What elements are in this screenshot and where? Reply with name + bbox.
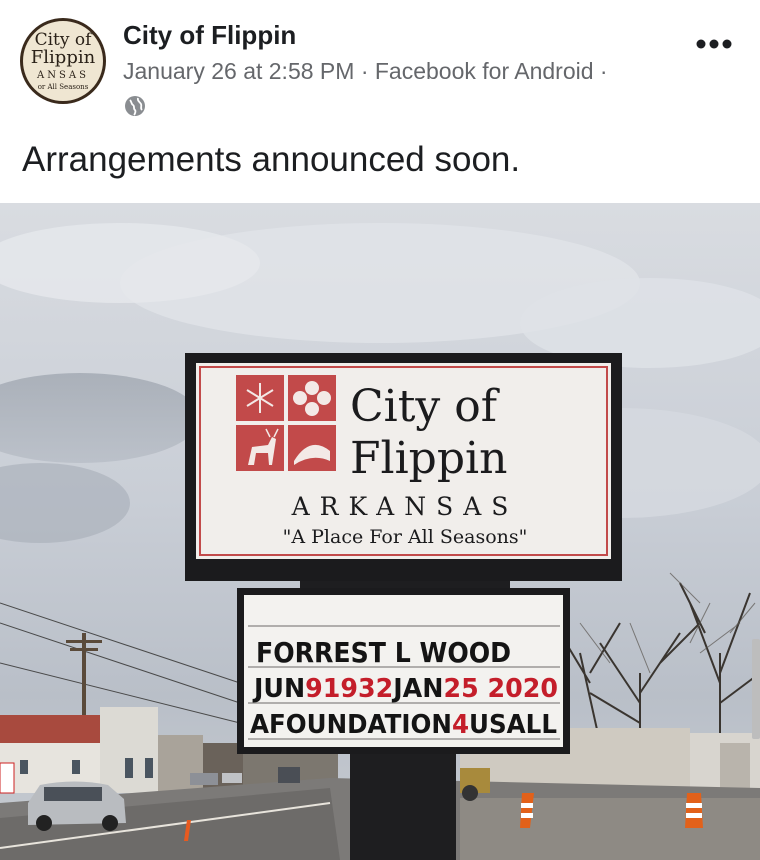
sign-slogan: "A Place For All Seasons" — [283, 526, 528, 548]
page-avatar[interactable]: City of Flippin ANSAS or All Seasons — [20, 18, 106, 104]
avatar-text-line3: ANSAS — [37, 70, 89, 81]
sign-state: ARKANSAS — [291, 492, 519, 521]
meta-separator-trailing: · — [599, 58, 608, 84]
photo-scene: City of Flippin ARKANSAS "A Place For Al… — [0, 203, 760, 860]
marquee-segment: 4 — [452, 710, 469, 740]
marquee-segment: FORREST L WOOD — [256, 636, 511, 669]
post-photo[interactable]: City of Flippin ARKANSAS "A Place For Al… — [0, 203, 760, 860]
marquee-line3: AFOUNDATION4USALL — [250, 710, 557, 740]
city-sign-board: City of Flippin ARKANSAS "A Place For Al… — [185, 353, 622, 581]
marquee-line2: JUN91932JAN25 2020 — [252, 674, 558, 704]
more-options-icon[interactable] — [694, 36, 734, 52]
silver-car — [28, 781, 126, 831]
scroll-indicator[interactable] — [752, 639, 760, 739]
sign-title-line1: City of — [350, 381, 500, 432]
marquee-segment: 2020 — [479, 674, 558, 704]
post-meta: January 26 at 2:58 PM · Facebook for And… — [123, 58, 608, 85]
page-name-link[interactable]: City of Flippin — [123, 20, 296, 51]
post-caption: Arrangements announced soon. — [22, 140, 521, 179]
marquee-segment: 25 — [443, 674, 478, 704]
marquee-segment: JUN — [252, 674, 305, 704]
marquee-segment: JAN — [391, 674, 443, 704]
globe-icon — [125, 96, 145, 116]
marquee-segment: AFOUNDATION — [250, 710, 452, 740]
post-header: City of Flippin ANSAS or All Seasons Cit… — [0, 0, 760, 130]
meta-separator: · — [360, 58, 369, 84]
sign-title-line2: Flippin — [350, 433, 507, 484]
post-timestamp-link[interactable]: January 26 at 2:58 PM — [123, 58, 354, 84]
post-source: Facebook for Android — [374, 58, 594, 84]
marquee-line1: FORREST L WOOD — [256, 636, 511, 669]
marquee-segment: 9 — [305, 674, 323, 704]
avatar-text-line4: or All Seasons — [37, 83, 89, 91]
marquee-board: FORREST L WOOD JUN91932JAN25 2020 AFOUND… — [237, 588, 570, 754]
marquee-segment: USALL — [469, 710, 557, 740]
marquee-segment: 1932 — [323, 674, 393, 704]
avatar-text-line2: Flippin — [30, 47, 96, 68]
